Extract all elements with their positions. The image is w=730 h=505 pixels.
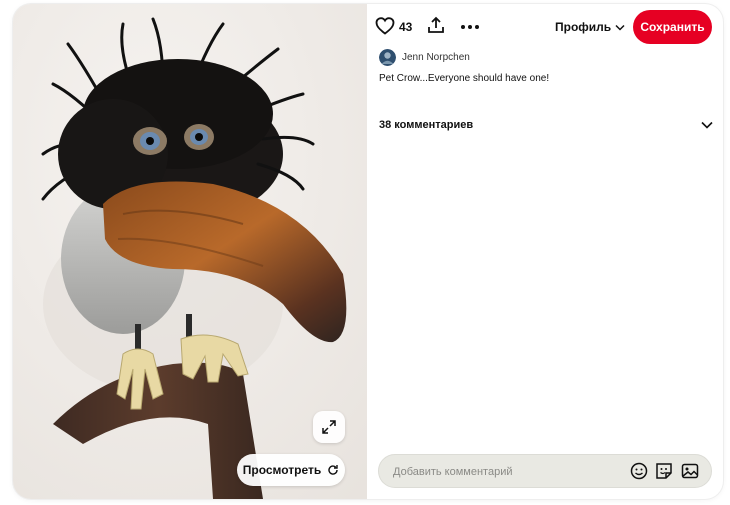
photo-icon[interactable] xyxy=(681,462,699,480)
more-icon[interactable] xyxy=(460,24,480,30)
chevron-down-icon xyxy=(615,24,625,31)
like-count: 43 xyxy=(399,20,413,34)
view-button[interactable]: Просмотреть xyxy=(237,454,345,486)
chevron-down-icon xyxy=(701,121,713,129)
profile-select[interactable]: Профиль xyxy=(555,20,625,34)
view-button-label: Просмотреть xyxy=(242,463,322,477)
pin-description: Pet Crow...Everyone should have one! xyxy=(379,73,550,84)
heart-icon[interactable] xyxy=(375,17,395,35)
sticker-icon[interactable] xyxy=(655,462,673,480)
comments-header[interactable]: 38 комментариев xyxy=(379,117,713,133)
emoji-icon[interactable] xyxy=(630,462,648,480)
pin-author[interactable]: Jenn Norpchen xyxy=(379,49,470,66)
expand-button[interactable] xyxy=(313,411,345,443)
avatar xyxy=(379,49,396,66)
save-button[interactable]: Сохранить xyxy=(633,10,712,44)
author-name: Jenn Norpchen xyxy=(402,52,470,63)
profile-select-label: Профиль xyxy=(555,20,612,34)
comment-input[interactable] xyxy=(391,455,625,489)
pin-toolbar: 43 Профиль Сохранить xyxy=(367,4,723,50)
expand-icon xyxy=(322,420,336,434)
refresh-icon xyxy=(328,465,338,475)
comment-box xyxy=(378,454,712,489)
share-icon[interactable] xyxy=(427,16,445,34)
comments-title: 38 комментариев xyxy=(379,119,474,131)
